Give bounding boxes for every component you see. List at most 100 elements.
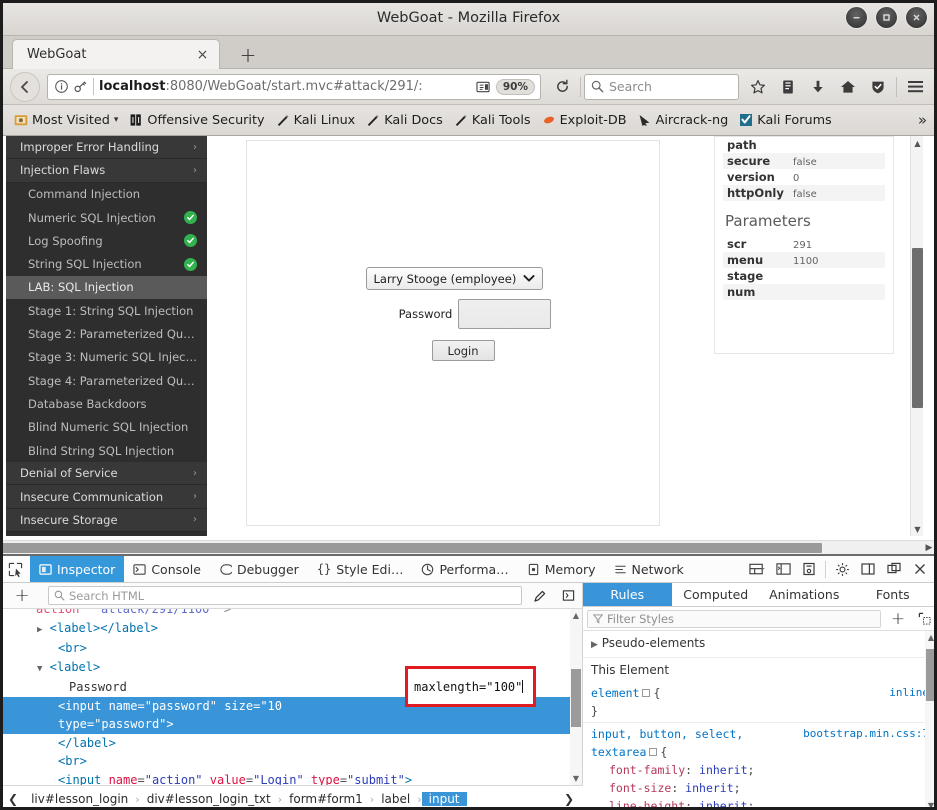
tab-style-editor[interactable]: {} Style Edi… [308,556,413,582]
add-rule-button[interactable]: + [885,609,911,629]
css-rule[interactable]: inline element {} [583,682,937,723]
bookmark-most-visited[interactable]: Most Visited ▾ [10,111,122,130]
tab-inspector[interactable]: Inspector [30,556,125,582]
login-button[interactable]: Login [431,340,495,361]
new-tab-button[interactable]: + [237,43,259,67]
dom-tree-scrollbar[interactable]: ▲ ▼ [570,609,582,785]
sidebar-item-insecure-storage[interactable]: Insecure Storage › [6,508,207,533]
dom-node-line[interactable]: <input name="action" value="Login" type=… [0,771,582,786]
bookmarks-overflow-button[interactable]: » [918,111,927,129]
tab-rules[interactable]: Rules [583,583,672,606]
css-value[interactable]: inherit [699,763,747,777]
dom-node-line[interactable]: ▶ <label></label> [0,619,582,640]
horizontal-scroll-thumb[interactable] [2,543,822,553]
dom-node-line[interactable]: <br> [0,752,582,771]
breadcrumb-item[interactable]: liv#lesson_login [24,792,135,806]
dom-node-line[interactable]: </label> [0,734,582,753]
responsive-design-mode-button[interactable] [744,556,770,583]
bookmark-kali-forums[interactable]: Kali Forums [735,111,835,130]
screenshot-button[interactable] [796,556,822,583]
scroll-up-arrow[interactable]: ▲ [925,631,937,644]
breadcrumb-item[interactable]: input [421,792,467,806]
scroll-up-arrow[interactable]: ▲ [911,136,924,150]
library-button[interactable] [774,73,802,101]
css-value[interactable]: inherit [699,799,747,810]
sidebar-item-stage-2-parameterized-query-1[interactable]: Stage 2: Parameterized Query #1 [6,322,207,345]
html-search-input[interactable]: Search HTML [48,586,522,605]
page-horizontal-scrollbar[interactable]: ◀ ▶ [0,540,937,554]
reload-button[interactable] [548,73,576,101]
sidebar-item-blind-numeric-sql-injection[interactable]: Blind Numeric SQL Injection [6,416,207,439]
dom-node-line[interactable]: <br> [0,639,582,658]
sidebar-item-log-spoofing[interactable]: Log Spoofing [6,229,207,252]
scroll-down-arrow[interactable]: ▼ [570,772,582,785]
sidebar-item-command-injection[interactable]: Command Injection [6,183,207,206]
vertical-scroll-thumb[interactable] [912,248,923,408]
css-declaration[interactable]: font-family: inherit; [591,761,929,779]
separate-window-button[interactable] [881,556,907,583]
tab-fonts[interactable]: Fonts [849,583,937,606]
rules-scrollbar[interactable]: ▲ ▼ [925,631,937,810]
tracking-shield-button[interactable] [864,73,892,101]
minimize-button[interactable] [846,7,867,28]
scroll-right-arrow[interactable]: ▶ [921,541,937,554]
pseudo-elements-row[interactable]: ▶ Pseudo-elements [583,631,937,657]
scroll-down-arrow[interactable]: ▼ [925,799,937,810]
css-property[interactable]: font-family [591,763,685,777]
css-property[interactable]: font-size [591,781,671,795]
reader-mode-button[interactable] [473,73,495,101]
bookmark-kali-linux[interactable]: Kali Linux [272,111,360,130]
sidebar-item-lab-sql-injection[interactable]: LAB: SQL Injection [6,275,207,300]
expand-twisty-icon[interactable]: ▶ [591,640,598,650]
breadcrumb-item[interactable]: div#lesson_login_txt [140,792,278,806]
identity-box[interactable] [50,79,88,94]
close-devtools-button[interactable] [907,556,933,583]
bookmark-offensive-security[interactable]: Offensive Security [125,111,268,130]
sidebar-item-stage-1-string-sql-injection[interactable]: Stage 1: String SQL Injection [6,299,207,322]
close-button[interactable] [906,7,927,28]
browser-tab[interactable]: WebGoat × [12,39,220,69]
tab-console[interactable]: Console [124,556,210,582]
tab-network[interactable]: Network [605,556,693,582]
bookmark-kali-tools[interactable]: Kali Tools [450,111,535,130]
bookmark-star-button[interactable] [744,73,772,101]
sidebar-item-improper-error-handling[interactable]: Improper Error Handling › [6,136,207,160]
tab-memory[interactable]: Memory [518,556,605,582]
dom-scroll-thumb[interactable] [571,669,581,727]
expand-twisty-icon[interactable]: ▶ [37,625,42,635]
back-button[interactable] [10,71,40,102]
sidebar-item-database-backdoors[interactable]: Database Backdoors [6,392,207,415]
filter-styles-input[interactable]: Filter Styles [587,609,881,628]
tab-computed[interactable]: Computed [672,583,761,606]
password-input[interactable] [458,299,552,329]
expand-twisty-icon[interactable]: ▼ [37,664,42,674]
css-declaration[interactable]: line-height: inherit; [591,797,929,810]
rules-content[interactable]: ▶ Pseudo-elements This Element inline eleme… [583,631,937,810]
dom-node-line[interactable]: type="password"> [0,715,582,734]
print-media-button[interactable] [911,612,937,625]
maximize-button[interactable] [876,7,897,28]
tab-animations[interactable]: Animations [760,583,849,606]
dock-side-button[interactable] [855,556,881,583]
tab-debugger[interactable]: Debugger [210,556,308,582]
bookmark-kali-docs[interactable]: Kali Docs [362,111,447,130]
panel-toggle-button[interactable] [554,589,582,602]
sidebar-item-insecure-communication[interactable]: Insecure Communication › [6,485,207,509]
sidebar-item-blind-string-sql-injection[interactable]: Blind String SQL Injection [6,439,207,462]
add-node-button[interactable]: + [0,585,44,606]
sidebar-item-string-sql-injection[interactable]: String SQL Injection [6,252,207,275]
breadcrumb-item[interactable]: form#form1 [282,792,370,806]
css-property[interactable]: line-height [591,799,685,810]
dom-node-line[interactable]: action "attack/291/1100" > [0,609,582,619]
bookmark-aircrack-ng[interactable]: Aircrack-ng [634,111,733,130]
tab-close-icon[interactable]: × [194,46,211,63]
tab-performance[interactable]: Performa… [412,556,517,582]
maxlength-edit-highlight[interactable]: maxlength="100" [405,666,536,707]
highlight-selector-icon[interactable] [649,748,658,756]
bookmark-exploit-db[interactable]: Exploit-DB [538,111,631,130]
scroll-down-arrow[interactable]: ▼ [911,522,924,536]
eyedropper-button[interactable] [526,589,554,603]
element-picker-button[interactable] [0,556,30,582]
css-selector[interactable]: element [591,686,639,700]
zoom-level-badge[interactable]: 90% [495,78,535,95]
